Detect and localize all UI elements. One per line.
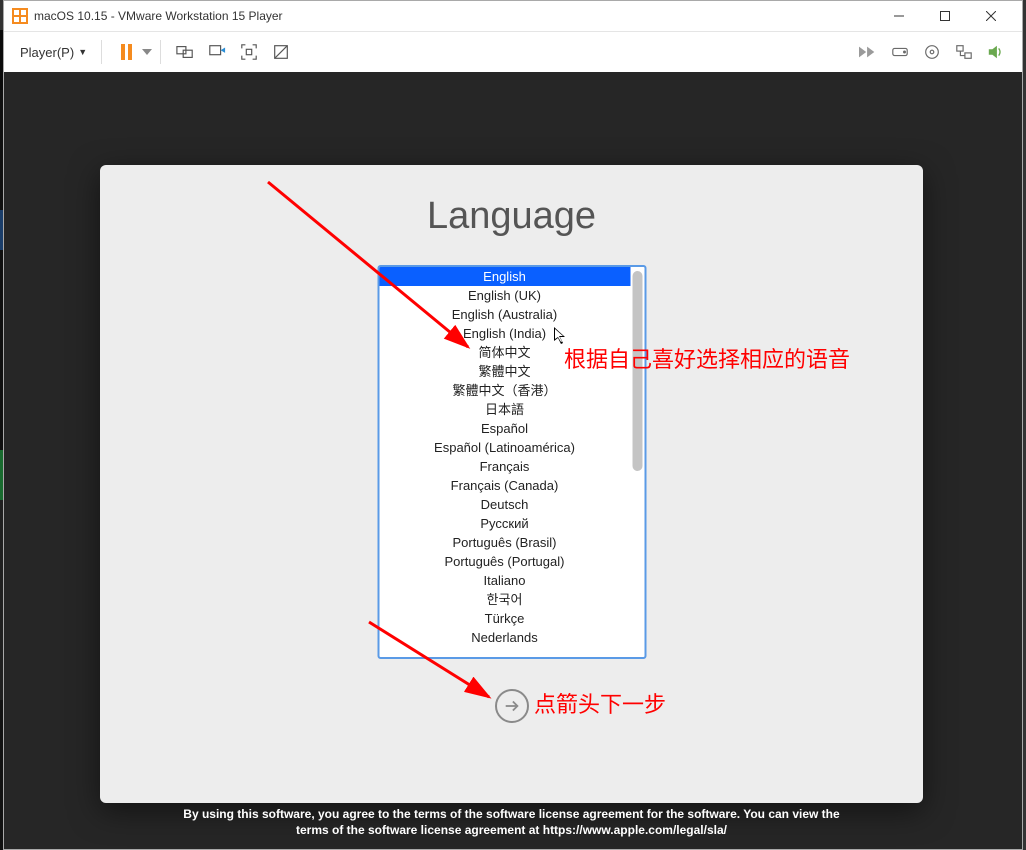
pause-icon — [121, 44, 132, 60]
pause-vm-button[interactable] — [116, 42, 136, 62]
hard-disk-icon[interactable] — [890, 42, 910, 62]
license-footer-text: By using this software, you agree to the… — [100, 806, 923, 838]
window-maximize-button[interactable] — [922, 1, 968, 31]
fast-forward-icon[interactable] — [858, 42, 878, 62]
sound-icon[interactable] — [986, 42, 1006, 62]
annotation-language-arrow — [258, 172, 578, 372]
vmware-player-window: macOS 10.15 - VMware Workstation 15 Play… — [3, 0, 1023, 850]
window-close-button[interactable] — [968, 1, 1014, 31]
annotation-language-text: 根据自己喜好选择相应的语音 — [564, 342, 850, 374]
cd-dvd-icon[interactable] — [922, 42, 942, 62]
window-titlebar: macOS 10.15 - VMware Workstation 15 Play… — [4, 1, 1022, 31]
window-minimize-button[interactable] — [876, 1, 922, 31]
annotation-next-text: 点箭头下一步 — [534, 687, 666, 719]
player-menu[interactable]: Player(P) ▼ — [14, 41, 93, 64]
send-ctrl-alt-del-button[interactable] — [175, 42, 195, 62]
vmware-toolbar: Player(P) ▼ — [4, 31, 1022, 72]
fullscreen-button[interactable] — [239, 42, 259, 62]
vmware-app-icon — [12, 8, 28, 24]
vm-display-area: Language EnglishEnglish (UK)English (Aus… — [4, 72, 1022, 849]
window-title: macOS 10.15 - VMware Workstation 15 Play… — [34, 9, 283, 23]
toolbar-separator — [101, 40, 102, 64]
player-menu-label: Player(P) — [20, 45, 74, 60]
unity-mode-button[interactable] — [271, 42, 291, 62]
pause-dropdown-button[interactable] — [142, 42, 152, 62]
dropdown-caret-icon: ▼ — [78, 47, 87, 57]
manage-vm-button[interactable] — [207, 42, 227, 62]
toolbar-separator — [160, 40, 161, 64]
network-adapter-icon[interactable] — [954, 42, 974, 62]
annotation-next-arrow — [359, 612, 559, 732]
